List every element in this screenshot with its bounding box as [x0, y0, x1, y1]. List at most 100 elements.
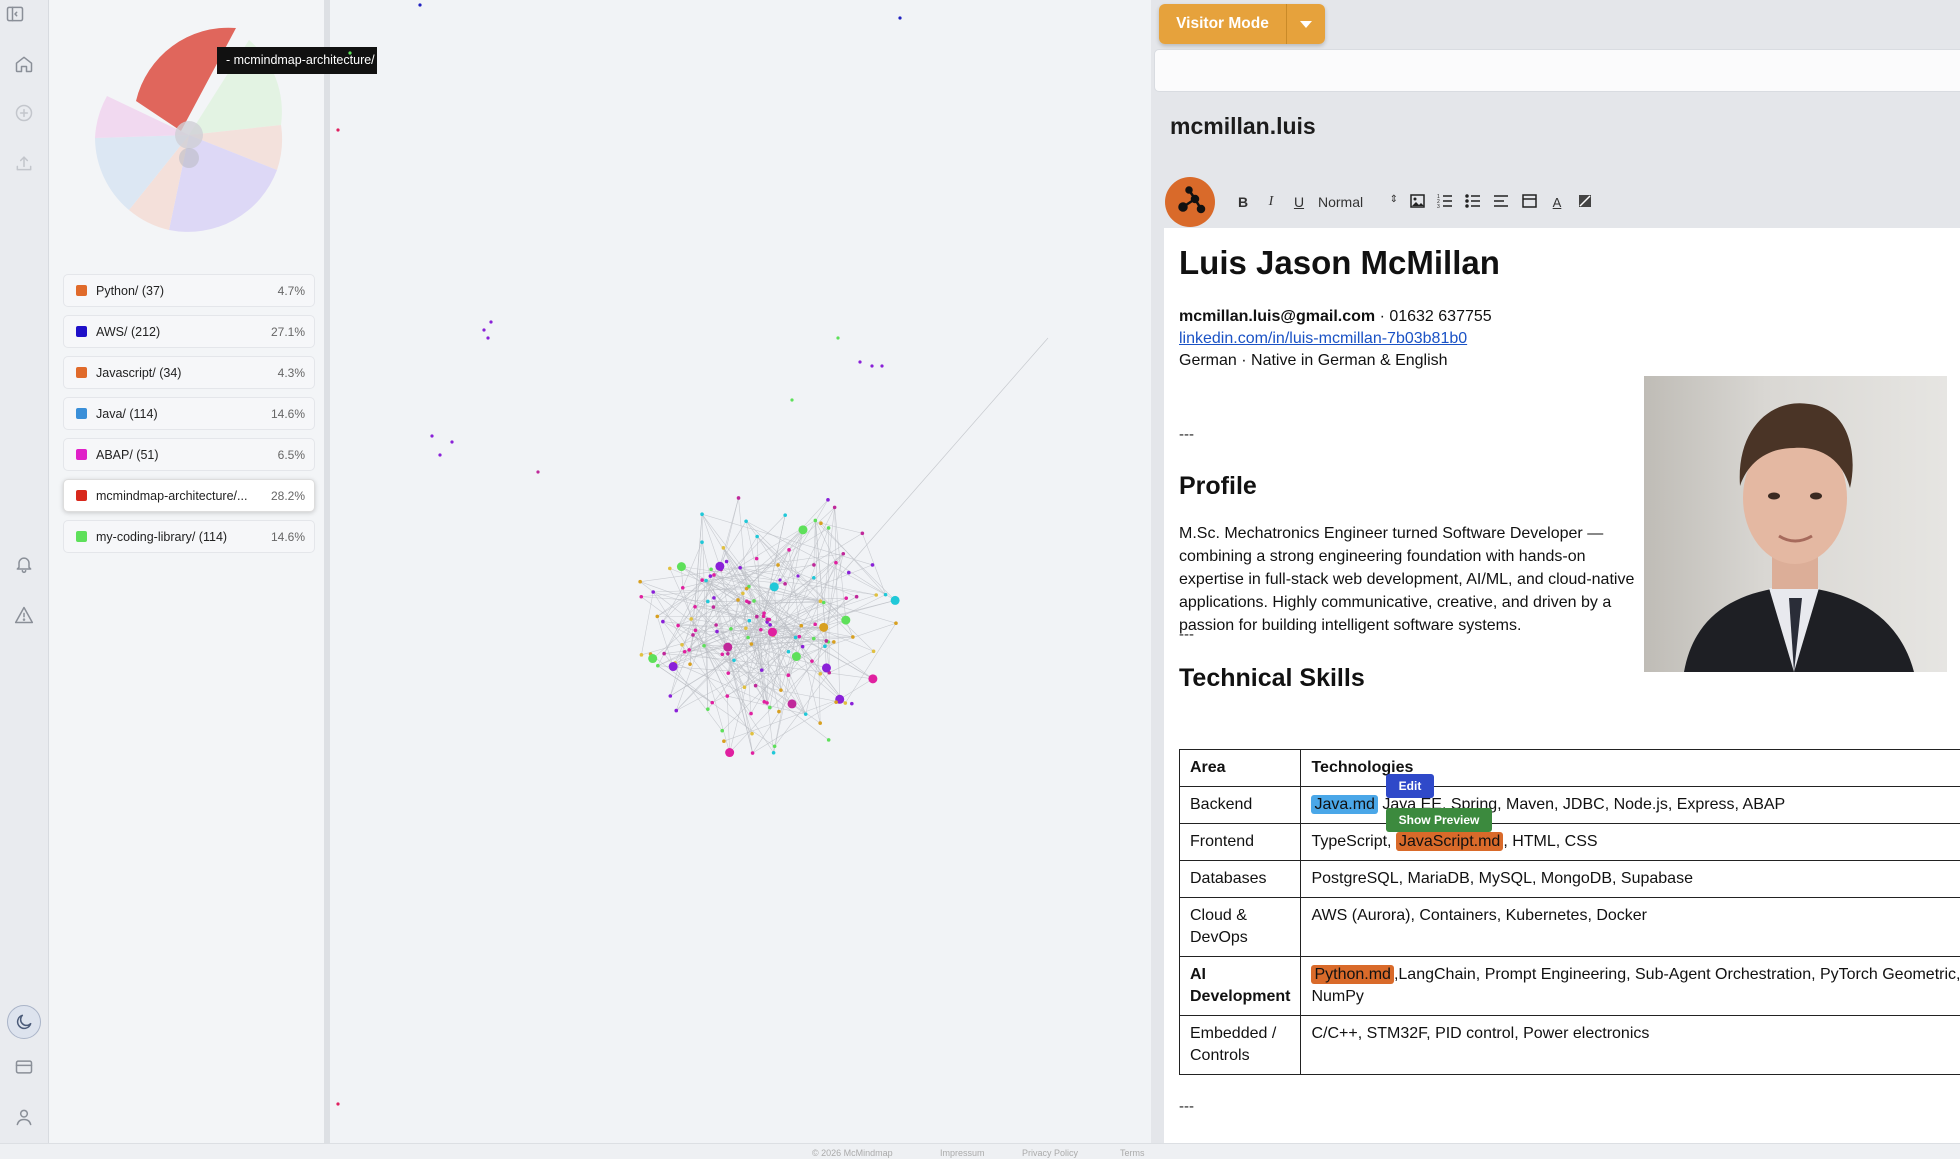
- graph-node[interactable]: [738, 565, 742, 570]
- show-preview-popover-button[interactable]: Show Preview: [1386, 808, 1492, 832]
- graph-node[interactable]: [693, 604, 697, 609]
- graph-node[interactable]: [736, 598, 740, 602]
- graph-node[interactable]: [418, 3, 422, 7]
- graph-node[interactable]: [651, 590, 656, 594]
- graph-node[interactable]: [813, 518, 818, 523]
- graph-node[interactable]: [729, 626, 733, 631]
- graph-node[interactable]: [846, 570, 851, 575]
- python-md-link[interactable]: Python.md: [1311, 965, 1394, 984]
- graph-node[interactable]: [706, 707, 710, 711]
- dark-mode-icon[interactable]: [7, 1005, 41, 1039]
- table-icon[interactable]: [1520, 193, 1538, 211]
- network-graph-canvas[interactable]: [336, 0, 1151, 1143]
- graph-node[interactable]: [800, 644, 805, 649]
- graph-node[interactable]: [843, 701, 848, 705]
- graph-node[interactable]: [430, 434, 434, 438]
- graph-node[interactable]: [796, 574, 800, 578]
- graph-node[interactable]: [726, 651, 730, 656]
- graph-node[interactable]: [702, 644, 706, 648]
- graph-node[interactable]: [706, 599, 710, 604]
- graph-node[interactable]: [726, 671, 731, 675]
- graph-node[interactable]: [769, 582, 779, 592]
- graph-node[interactable]: [772, 744, 777, 749]
- graph-node[interactable]: [336, 1102, 340, 1106]
- graph-node[interactable]: [655, 614, 660, 619]
- title-input-bar[interactable]: [1154, 49, 1960, 92]
- legend-item-mcmindmap-architecture[interactable]: mcmindmap-architecture/... 28.2%: [63, 479, 315, 512]
- graph-node[interactable]: [486, 336, 490, 340]
- graph-node[interactable]: [732, 658, 736, 663]
- graph-node[interactable]: [715, 561, 725, 571]
- legend-item-python[interactable]: Python/ (37) 4.7%: [63, 274, 315, 307]
- visitor-mode-button[interactable]: Visitor Mode: [1159, 4, 1287, 44]
- graph-node[interactable]: [768, 623, 772, 627]
- graph-node[interactable]: [724, 559, 729, 564]
- graph-node[interactable]: [744, 626, 748, 631]
- graph-node[interactable]: [450, 440, 454, 444]
- graph-node[interactable]: [700, 512, 704, 517]
- graph-node[interactable]: [836, 336, 840, 340]
- graph-node[interactable]: [818, 721, 822, 725]
- graph-node[interactable]: [797, 634, 802, 639]
- graph-node[interactable]: [744, 519, 748, 524]
- card-icon[interactable]: [12, 1055, 36, 1079]
- graph-node[interactable]: [826, 526, 831, 530]
- italic-button[interactable]: I: [1262, 194, 1280, 210]
- sidebar-toggle-icon[interactable]: [3, 2, 27, 26]
- graph-node[interactable]: [812, 563, 816, 567]
- graph-node[interactable]: [711, 605, 716, 609]
- graph-node[interactable]: [700, 578, 704, 582]
- graph-node[interactable]: [810, 659, 814, 663]
- upload-icon[interactable]: [12, 151, 36, 175]
- graph-node[interactable]: [674, 708, 679, 713]
- graph-node[interactable]: [336, 128, 340, 132]
- graph-node[interactable]: [639, 594, 644, 599]
- graph-node[interactable]: [687, 648, 691, 652]
- graph-node[interactable]: [821, 663, 831, 673]
- graph-node[interactable]: [767, 627, 777, 637]
- bullet-list-icon[interactable]: [1464, 193, 1482, 211]
- graph-node[interactable]: [680, 585, 685, 590]
- graph-node[interactable]: [755, 614, 759, 619]
- graph-node[interactable]: [661, 619, 665, 624]
- footer-impressum-link[interactable]: Impressum: [940, 1148, 985, 1158]
- graph-node[interactable]: [750, 751, 755, 755]
- graph-node[interactable]: [725, 748, 735, 758]
- clear-format-icon[interactable]: [1576, 194, 1594, 211]
- graph-node[interactable]: [823, 644, 827, 649]
- graph-node[interactable]: [793, 635, 798, 640]
- graph-node[interactable]: [870, 364, 874, 368]
- add-icon[interactable]: [12, 101, 36, 125]
- align-icon[interactable]: [1492, 194, 1510, 211]
- graph-node[interactable]: [722, 739, 726, 744]
- text-color-icon[interactable]: A: [1548, 195, 1566, 210]
- graph-node[interactable]: [714, 623, 718, 627]
- graph-node[interactable]: [787, 548, 791, 552]
- javascript-md-link[interactable]: JavaScript.md: [1395, 832, 1504, 851]
- user-icon[interactable]: [12, 1105, 36, 1129]
- graph-node[interactable]: [700, 540, 704, 544]
- graph-node[interactable]: [676, 623, 680, 628]
- graph-node[interactable]: [850, 701, 854, 706]
- graph-node[interactable]: [783, 513, 787, 517]
- graph-node[interactable]: [858, 360, 862, 364]
- graph-node[interactable]: [765, 701, 769, 705]
- graph-node[interactable]: [767, 617, 772, 622]
- graph-node[interactable]: [798, 525, 808, 535]
- graph-node[interactable]: [811, 636, 816, 641]
- java-md-link[interactable]: Java.md: [1311, 795, 1378, 814]
- graph-node[interactable]: [819, 622, 829, 632]
- graph-node[interactable]: [812, 575, 816, 580]
- graph-node[interactable]: [783, 582, 787, 586]
- graph-node[interactable]: [890, 595, 900, 605]
- graph-node[interactable]: [715, 629, 719, 634]
- graph-node[interactable]: [787, 699, 797, 709]
- legend-item-java[interactable]: Java/ (114) 14.6%: [63, 397, 315, 430]
- graph-node[interactable]: [834, 700, 838, 704]
- graph-node[interactable]: [779, 688, 783, 692]
- graph-node[interactable]: [749, 642, 754, 646]
- graph-node[interactable]: [870, 563, 875, 567]
- graph-node[interactable]: [771, 750, 776, 755]
- graph-node[interactable]: [841, 551, 846, 556]
- graph-node[interactable]: [786, 673, 791, 678]
